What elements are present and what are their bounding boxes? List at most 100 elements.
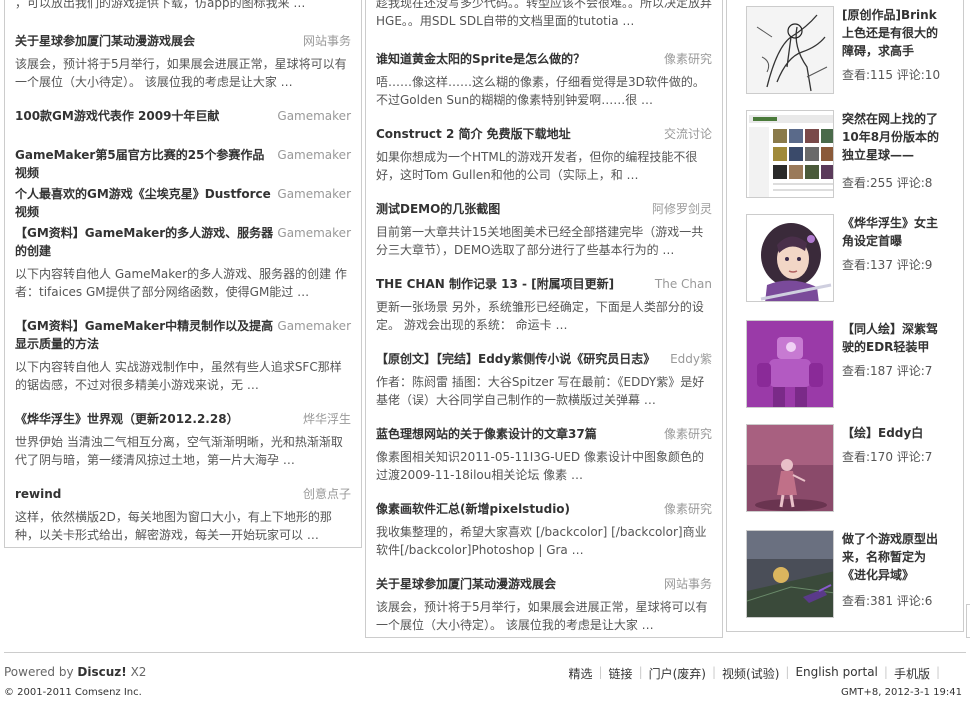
separator: | <box>883 665 888 679</box>
article-title-link[interactable]: 像素画软件汇总(新增pixelstudio) <box>376 500 660 518</box>
discuz-link[interactable]: Discuz! <box>77 665 126 679</box>
article-category-link[interactable]: 网站事务 <box>303 32 351 50</box>
picture-title-link[interactable]: 《烨华浮生》女主角设定首曝 <box>842 214 946 250</box>
article-snippet: ，可以放出我们的游戏提供下载，仿app的图标我来 … <box>15 0 306 10</box>
article-summary: 更新一张场景 另外，系统雏形已经确定，下面是人类部分的设定。 游戏会出现的系统：… <box>376 300 704 332</box>
mecha-thumbnail[interactable] <box>746 320 834 408</box>
picture-title-link[interactable]: [原创作品]Brink上色还是有很大的障碍，求高手 <box>842 6 946 60</box>
article-item: THE CHAN 制作记录 13 - [附属项目更新] The Chan 更新一张… <box>376 275 712 334</box>
article-item: 个人最喜欢的GM游戏《尘埃克星》Dustforce视频 Gamemaker <box>15 185 351 221</box>
article-category-link[interactable]: 阿修罗剑灵 <box>652 200 712 218</box>
article-category-link[interactable]: Gamemaker <box>277 146 351 164</box>
separator: | <box>935 665 940 679</box>
article-column-middle: 趁我现在还没写多少代码。。转型应该不会很难。。所以决定放弃HGE。。用SDL S… <box>365 0 723 638</box>
article-item: 测试DEMO的几张截图 阿修罗剑灵 目前第一大章共计15关地图美术已经全部搭建完毕… <box>376 200 712 259</box>
article-title-link[interactable]: 100款GM游戏代表作 2009十年巨献 <box>15 107 273 125</box>
picture-title-link[interactable]: 做了个游戏原型出来，名称暂定为《进化异域》 <box>842 530 946 584</box>
article-title-link[interactable]: 谁知道黄金太阳的Sprite是怎么做的？ <box>376 50 660 68</box>
article-title-link[interactable]: 【GM资料】GameMaker的多人游戏、服务器的创建 <box>15 224 273 260</box>
article-item: 像素画软件汇总(新增pixelstudio) 像素研究 我收集整理的，希望大家喜欢… <box>376 500 712 559</box>
game-scene-thumbnail[interactable] <box>746 530 834 618</box>
article-summary: 我收集整理的，希望大家喜欢 [/backcolor] [/backcolor]商… <box>376 525 707 557</box>
picture-item: 《烨华浮生》女主角设定首曝 查看:137 评论:9 <box>746 214 963 304</box>
article-summary: 这样，依然横版2D，每关地图为窗口大小，有上下地形的那种，以关卡形式给出，解密游… <box>15 510 332 542</box>
footer-link-featured[interactable]: 精选 <box>568 665 592 682</box>
picture-title-link[interactable]: 【同人绘】深紫驾驶的EDR轻装甲 <box>842 320 946 356</box>
article-category-link[interactable]: 创意点子 <box>303 485 351 503</box>
article-item: 【GM资料】GameMaker中精灵制作以及提高显示质量的方法 Gamemaker… <box>15 317 351 394</box>
article-category-link[interactable]: 烨华浮生 <box>303 410 351 428</box>
footer: Powered by Discuz! X2 © 2001-2011 Comsen… <box>4 652 966 698</box>
article-title-link[interactable]: Construct 2 简介 免费版下载地址 <box>376 125 660 143</box>
article-category-link[interactable]: Gamemaker <box>277 107 351 125</box>
copyright: © 2001-2011 Comsenz Inc. <box>4 687 142 698</box>
eddy-illustration-thumbnail[interactable] <box>746 424 834 512</box>
article-title-link[interactable]: 【GM资料】GameMaker中精灵制作以及提高显示质量的方法 <box>15 317 273 353</box>
article-category-link[interactable]: Gamemaker <box>277 224 351 242</box>
picture-item: 做了个游戏原型出来，名称暂定为《进化异域》 查看:381 评论:6 <box>746 530 963 620</box>
article-summary: 以下内容转自他人 GameMaker的多人游戏、服务器的创建 作者：tifaic… <box>15 267 347 299</box>
article-summary: 该展会，预计将于5月举行，如果展会进展正常，星球将可以有一个展位（大小待定）。 … <box>376 600 708 632</box>
footer-link-video[interactable]: 视频(试验) <box>722 665 779 682</box>
article-title-link[interactable]: THE CHAN 制作记录 13 - [附属项目更新] <box>376 275 651 293</box>
article-title-link[interactable]: rewind <box>15 485 299 503</box>
picture-title-link[interactable]: 【绘】Eddy白 <box>842 424 946 442</box>
article-category-link[interactable]: The Chan <box>655 275 712 293</box>
picture-item: 【同人绘】深紫驾驶的EDR轻装甲 查看:187 评论:7 <box>746 320 963 410</box>
article-category-link[interactable]: 像素研究 <box>664 500 712 518</box>
website-thumbnail[interactable] <box>746 110 834 198</box>
sketch-thumbnail[interactable] <box>746 6 834 94</box>
article-category-link[interactable]: Gamemaker <box>277 185 351 203</box>
article-item: Construct 2 简介 免费版下载地址 交流讨论 如果你想成为一个HTML的… <box>376 125 712 184</box>
article-title-link[interactable]: 《烨华浮生》世界观（更新2012.2.28） <box>15 410 299 428</box>
article-item: 关于星球参加厦门某动漫游戏展会 网站事务 该展会，预计将于5月举行，如果展会进展正… <box>15 32 351 91</box>
article-title-link[interactable]: 测试DEMO的几张截图 <box>376 200 648 218</box>
footer-link-mobile[interactable]: 手机版 <box>894 665 930 682</box>
picture-item: [原创作品]Brink上色还是有很大的障碍，求高手 查看:115 评论:10 <box>746 6 963 96</box>
server-time: GMT+8, 2012-3-1 19:41 <box>841 687 962 698</box>
article-item: 蓝色理想网站的关于像素设计的文章37篇 像素研究 像素图相关知识2011-05-1… <box>376 425 712 484</box>
article-item: 《烨华浮生》世界观（更新2012.2.28） 烨华浮生 世界伊始 当清浊二气相互分… <box>15 410 351 469</box>
footer-link-links[interactable]: 链接 <box>609 665 633 682</box>
article-summary: 该展会，预计将于5月举行，如果展会进展正常，星球将可以有一个展位（大小待定）。 … <box>15 57 347 89</box>
footer-link-english[interactable]: English portal <box>795 665 877 682</box>
article-category-link[interactable]: 网站事务 <box>664 575 712 593</box>
article-item: 关于星球参加厦门某动漫游戏展会 网站事务 该展会，预计将于5月举行，如果展会进展正… <box>376 575 712 634</box>
article-item: rewind 创意点子 这样，依然横版2D，每关地图为窗口大小，有上下地形的那种，… <box>15 485 351 544</box>
article-title-link[interactable]: 个人最喜欢的GM游戏《尘埃克星》Dustforce视频 <box>15 185 273 221</box>
footer-link-portal[interactable]: 门户(废弃) <box>649 665 706 682</box>
picture-item: 【绘】Eddy白 查看:170 评论:7 <box>746 424 963 514</box>
powered-by: Powered by Discuz! X2 <box>4 665 146 679</box>
picture-item: 突然在网上找的了10年8月份版本的独立星球—— 查看:255 评论:8 <box>746 110 963 200</box>
picture-stats: 查看:187 评论:7 <box>842 364 933 378</box>
article-category-link[interactable]: 像素研究 <box>664 50 712 68</box>
article-item: 100款GM游戏代表作 2009十年巨献 Gamemaker <box>15 107 351 125</box>
article-summary: 世界伊始 当清浊二气相互分离，空气渐渐明晰，光和热渐渐取代了阴与暗，第一缕清风掠… <box>15 435 343 467</box>
article-title-link[interactable]: GameMaker第5届官方比赛的25个参赛作品视频 <box>15 146 273 182</box>
article-column-left: ，可以放出我们的游戏提供下载，仿app的图标我来 … 关于星球参加厦门某动漫游戏… <box>4 0 362 548</box>
article-title-link[interactable]: 【原创文】【完结】Eddy紫侧传小说《研究员日志》 <box>376 350 666 368</box>
article-title-link[interactable]: 蓝色理想网站的关于像素设计的文章37篇 <box>376 425 660 443</box>
article-snippet: 趁我现在还没写多少代码。。转型应该不会很难。。所以决定放弃HGE。。用SDL S… <box>376 0 713 28</box>
article-summary: 以下内容转自他人 实战游戏制作中，虽然有些人追求SFC那样的锯齿感，不过对很多精… <box>15 360 342 392</box>
footer-nav: 精选 | 链接 | 门户(废弃) | 视频(试验) | English port… <box>568 665 946 682</box>
article-category-link[interactable]: Eddy紫 <box>670 350 712 368</box>
scroll-edge <box>966 604 970 638</box>
article-category-link[interactable]: 交流讨论 <box>664 125 712 143</box>
picture-column-right: [原创作品]Brink上色还是有很大的障碍，求高手 查看:115 评论:10 突… <box>726 0 964 632</box>
article-item: 【GM资料】GameMaker的多人游戏、服务器的创建 Gamemaker 以下内… <box>15 224 351 301</box>
article-category-link[interactable]: Gamemaker <box>277 317 351 335</box>
powered-prefix: Powered by <box>4 665 74 679</box>
article-title-link[interactable]: 关于星球参加厦门某动漫游戏展会 <box>376 575 660 593</box>
article-category-link[interactable]: 像素研究 <box>664 425 712 443</box>
picture-stats: 查看:115 评论:10 <box>842 68 941 82</box>
article-summary: 唔……像这样……这么糊的像素，仔细看觉得是3D软件做的。 不过Golden Su… <box>376 75 705 107</box>
picture-title-link[interactable]: 突然在网上找的了10年8月份版本的独立星球—— <box>842 110 946 164</box>
separator: | <box>785 665 790 679</box>
article-title-link[interactable]: 关于星球参加厦门某动漫游戏展会 <box>15 32 299 50</box>
girl-portrait-thumbnail[interactable] <box>746 214 834 302</box>
separator: | <box>598 665 603 679</box>
article-summary: 像素图相关知识2011-05-11Ⅰ3G-UED 像素设计中图象颜色的过渡200… <box>376 450 704 482</box>
picture-stats: 查看:255 评论:8 <box>842 176 933 190</box>
article-item: 【原创文】【完结】Eddy紫侧传小说《研究员日志》 Eddy紫 作者：陈阏雷 插图… <box>376 350 712 409</box>
